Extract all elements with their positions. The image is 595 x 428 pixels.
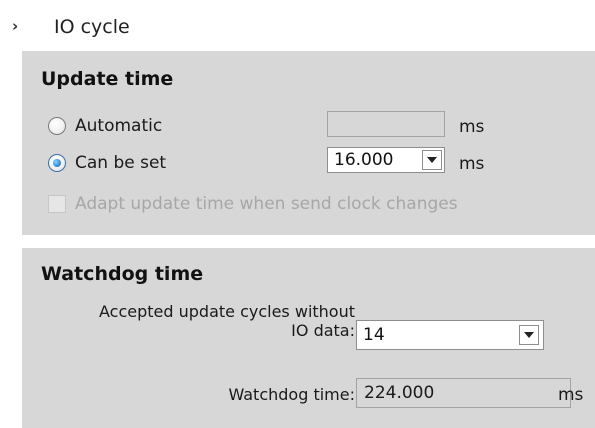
update-time-combo[interactable]: 16.000 bbox=[327, 147, 445, 173]
automatic-radio[interactable] bbox=[48, 117, 66, 135]
io-cycle-properties: › IO cycle Update time Automatic ms Can … bbox=[0, 0, 595, 428]
watchdog-time-title: Watchdog time bbox=[41, 263, 204, 285]
can-be-set-radio[interactable] bbox=[48, 154, 66, 172]
update-time-value: 16.000 bbox=[334, 150, 394, 170]
accepted-cycles-label: Accepted update cycles without IO data: bbox=[99, 302, 355, 340]
watchdog-time-label: Watchdog time: bbox=[228, 385, 355, 404]
accepted-cycles-dropdown-button[interactable] bbox=[519, 325, 539, 345]
section-title: IO cycle bbox=[54, 16, 130, 38]
watchdog-time-value: 224.000 bbox=[364, 383, 435, 403]
watchdog-time-group: Watchdog time Accepted update cycles wit… bbox=[22, 248, 595, 428]
adapt-update-time-option: Adapt update time when send clock change… bbox=[48, 192, 458, 216]
update-time-group: Update time Automatic ms Can be set 16.0… bbox=[22, 51, 595, 235]
accepted-cycles-label-line2: IO data: bbox=[291, 321, 355, 340]
update-time-title: Update time bbox=[41, 68, 174, 90]
adapt-update-time-checkbox bbox=[48, 195, 66, 213]
accepted-cycles-combo[interactable]: 14 bbox=[356, 320, 544, 350]
update-time-dropdown-button[interactable] bbox=[422, 150, 442, 170]
automatic-option[interactable]: Automatic bbox=[48, 114, 162, 138]
automatic-label: Automatic bbox=[75, 116, 163, 136]
accepted-cycles-value: 14 bbox=[363, 325, 385, 345]
chevron-down-icon bbox=[427, 157, 437, 163]
can-be-set-unit: ms bbox=[459, 154, 485, 174]
watchdog-time-unit: ms bbox=[558, 385, 584, 405]
accepted-cycles-label-line1: Accepted update cycles without bbox=[99, 302, 355, 321]
can-be-set-label: Can be set bbox=[75, 153, 167, 173]
section-header[interactable]: › IO cycle bbox=[0, 0, 595, 50]
can-be-set-option[interactable]: Can be set bbox=[48, 151, 166, 175]
watchdog-time-field: 224.000 bbox=[356, 378, 571, 408]
adapt-update-time-label: Adapt update time when send clock change… bbox=[75, 194, 458, 214]
chevron-right-icon[interactable]: › bbox=[12, 19, 18, 34]
chevron-down-icon bbox=[524, 332, 534, 338]
automatic-time-field bbox=[327, 111, 445, 137]
automatic-unit: ms bbox=[459, 117, 485, 137]
